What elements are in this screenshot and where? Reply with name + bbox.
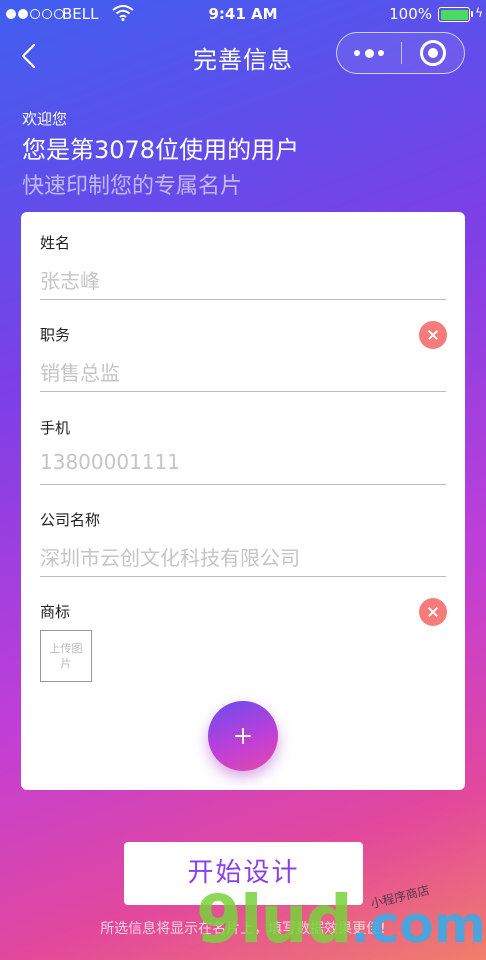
company-input[interactable]: 深圳市云创文化科技有限公司 [40, 542, 446, 571]
divider [40, 299, 446, 300]
close-circle-icon[interactable] [419, 321, 447, 349]
battery-tip [471, 11, 473, 17]
field-label: 商标 [40, 603, 71, 621]
field-label: 职务 [40, 326, 71, 344]
divider [40, 484, 446, 485]
title-field[interactable]: 职务 销售总监 [40, 321, 447, 392]
target-circle-icon[interactable] [420, 40, 446, 66]
phone-field[interactable]: 手机 13800001111 [40, 417, 446, 485]
welcome-text: 欢迎您 [22, 110, 68, 128]
watermark-main: 9lud [196, 881, 353, 958]
plus-icon[interactable] [208, 701, 278, 771]
divider [40, 576, 446, 577]
field-label: 手机 [40, 419, 71, 437]
charging-icon: ϟ [475, 6, 483, 20]
more-dots-icon[interactable] [354, 48, 384, 58]
phone-input[interactable]: 13800001111 [40, 450, 446, 474]
company-field[interactable]: 公司名称 深圳市云创文化科技有限公司 [40, 509, 446, 577]
mini-program-capsule [336, 32, 465, 74]
battery-icon [438, 7, 470, 22]
field-label: 公司名称 [40, 511, 101, 529]
status-bar: BELL 9:41 AM 100% ϟ [0, 0, 486, 30]
field-label: 姓名 [40, 234, 71, 252]
info-form-card: 姓名 张志峰 职务 销售总监 手机 13800001111 公司名称 深圳市云创… [21, 212, 465, 790]
name-field[interactable]: 姓名 张志峰 [40, 232, 446, 300]
watermark-logo: 9lud.com [196, 880, 486, 960]
battery-percent: 100% [389, 5, 432, 23]
divider [40, 391, 446, 392]
close-circle-icon[interactable] [419, 598, 447, 626]
capsule-divider [401, 42, 402, 64]
title-input[interactable]: 销售总监 [40, 357, 446, 386]
logo-field: 商标 [40, 598, 447, 626]
user-count-headline: 您是第3078位使用的用户 [22, 136, 300, 164]
upload-logo-button[interactable]: 上传图片 [40, 630, 92, 682]
subtitle: 快速印制您的专属名片 [22, 174, 243, 199]
name-input[interactable]: 张志峰 [40, 265, 446, 294]
